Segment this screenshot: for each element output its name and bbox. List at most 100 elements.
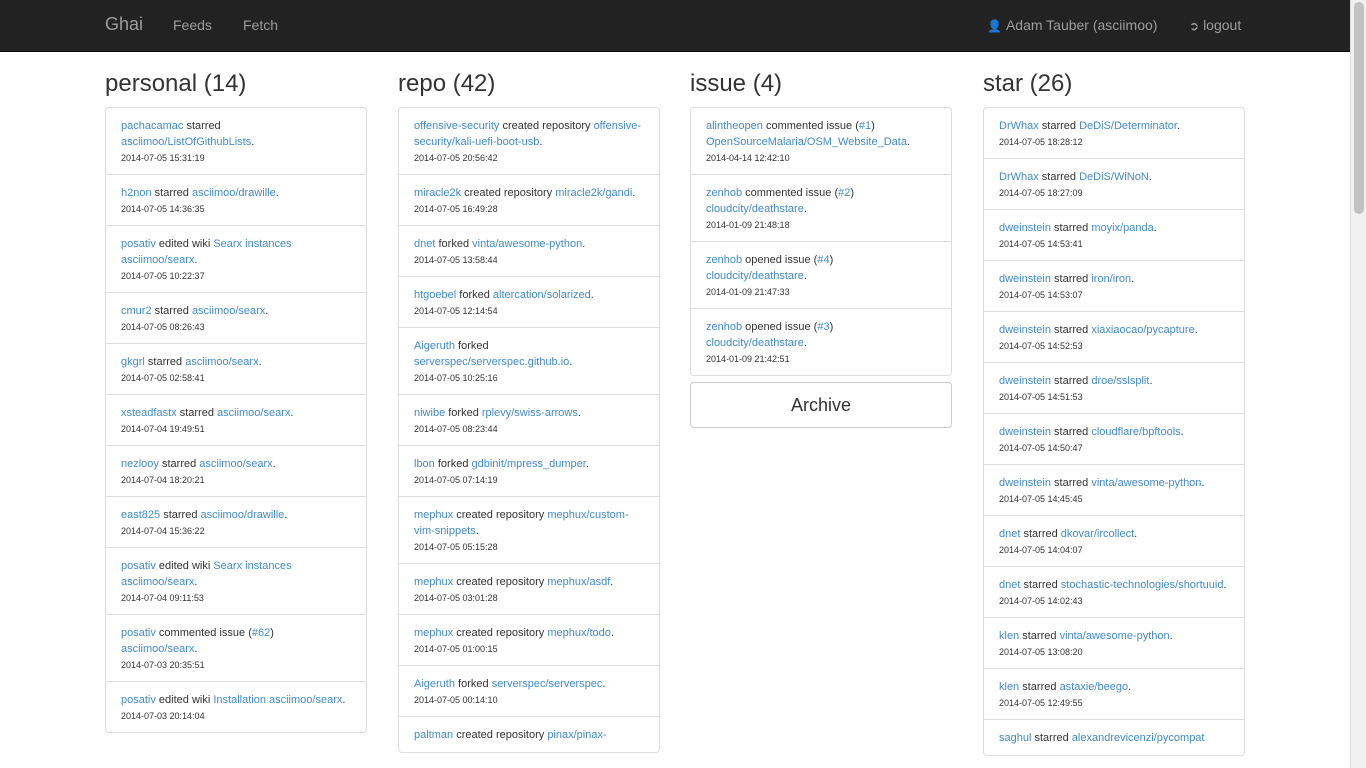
target-link[interactable]: asciimoo/drawille [201,509,285,521]
target-link[interactable]: rplevy/swiss-arrows [482,407,578,419]
actor-link[interactable]: Aigeruth [414,678,455,690]
actor-link[interactable]: posativ [121,627,156,639]
actor-link[interactable]: dnet [999,579,1020,591]
target-link[interactable]: asciimoo/searx [192,305,265,317]
actor-link[interactable]: zenhob [706,254,742,266]
list-item: posativ commented issue (#62) asciimoo/s… [106,614,366,681]
repo-link[interactable]: asciimoo/searx [121,576,194,588]
target-link[interactable]: mephux/todo [547,627,611,639]
actor-link[interactable]: posativ [121,238,156,250]
issue-link[interactable]: #2 [838,187,850,199]
actor-link[interactable]: xsteadfastx [121,407,177,419]
actor-link[interactable]: posativ [121,694,156,706]
nav-feeds-link[interactable]: Feeds [173,17,212,33]
target-link[interactable]: asciimoo/ListOfGithubLists [121,136,251,148]
repo-link[interactable]: asciimoo/searx [121,643,194,655]
actor-link[interactable]: DrWhax [999,120,1039,132]
repo-link[interactable]: asciimoo/searx [121,254,194,266]
actor-link[interactable]: pachacamac [121,120,183,132]
actor-link[interactable]: htgoebel [414,289,456,301]
actor-link[interactable]: Aigeruth [414,340,455,352]
actor-link[interactable]: east825 [121,509,160,521]
actor-link[interactable]: klen [999,630,1019,642]
target-link[interactable]: moyix/panda [1091,222,1153,234]
timestamp: 2014-07-05 05:15:28 [414,542,498,552]
target-link[interactable]: vinta/awesome-python [472,238,582,250]
target-link[interactable]: droe/sslsplit [1091,375,1149,387]
actor-link[interactable]: klen [999,681,1019,693]
user-menu[interactable]: 👤 Adam Tauber (asciimoo) [987,17,1157,33]
actor-link[interactable]: h2non [121,187,152,199]
actor-link[interactable]: zenhob [706,187,742,199]
archive-button[interactable]: Archive [690,382,952,428]
target-link[interactable]: asciimoo/searx [199,458,272,470]
issue-link[interactable]: #1 [859,120,871,132]
event-verb: created repository [456,576,545,588]
list-item: dweinstein starred droe/sslsplit. 2014-07… [984,362,1244,413]
actor-link[interactable]: posativ [121,560,156,572]
target-link[interactable]: pinax/pinax- [547,729,606,741]
event-verb: edited wiki [158,694,211,706]
target-link[interactable]: stochastic-technologies/shortuuid [1061,579,1224,591]
nav-fetch-link[interactable]: Fetch [243,17,278,33]
target-link[interactable]: gdbinit/mpress_dumper [472,458,586,470]
actor-link[interactable]: dweinstein [999,324,1051,336]
repo-link[interactable]: cloudcity/deathstare [706,337,804,349]
target-link[interactable]: iron/iron [1091,273,1131,285]
target-link[interactable]: altercation/solarized [493,289,591,301]
actor-link[interactable]: gkgrl [121,356,145,368]
target-link[interactable]: DeDiS/Determinator [1079,120,1177,132]
actor-link[interactable]: niwibe [414,407,445,419]
actor-link[interactable]: mephux [414,627,453,639]
actor-link[interactable]: mephux [414,576,453,588]
target-link[interactable]: miracle2k/gandi [555,187,632,199]
target-link[interactable]: serverspec/serverspec.github.io [414,356,569,368]
brand-link[interactable]: Ghai [105,14,143,35]
page-scrollbar[interactable] [1350,0,1366,768]
issue-link[interactable]: #62 [252,627,270,639]
actor-link[interactable]: dweinstein [999,477,1051,489]
actor-link[interactable]: offensive-security [414,120,499,132]
target-link[interactable]: cloudflare/bpftools [1091,426,1180,438]
actor-link[interactable]: DrWhax [999,171,1039,183]
target-link[interactable]: alexandrevicenzi/pycompat [1072,732,1205,744]
target-link[interactable]: dkovar/ircollect [1061,528,1134,540]
issue-link[interactable]: #3 [817,321,829,333]
actor-link[interactable]: dweinstein [999,426,1051,438]
target-link[interactable]: asciimoo/drawille [192,187,276,199]
actor-link[interactable]: paltman [414,729,453,741]
scrollbar-thumb[interactable] [1354,2,1364,214]
target-link[interactable]: astaxie/beego [1060,681,1129,693]
actor-link[interactable]: dnet [414,238,435,250]
repo-link[interactable]: asciimoo/searx [269,694,342,706]
target-link[interactable]: vinta/awesome-python [1060,630,1170,642]
actor-link[interactable]: mephux [414,509,453,521]
logout-link[interactable]: ➲ logout [1189,17,1241,33]
target-link[interactable]: asciimoo/searx [217,407,290,419]
issue-link[interactable]: #4 [817,254,829,266]
actor-link[interactable]: dnet [999,528,1020,540]
actor-link[interactable]: dweinstein [999,222,1051,234]
actor-link[interactable]: cmur2 [121,305,152,317]
repo-link[interactable]: OpenSourceMalaria/OSM_Website_Data [706,136,907,148]
target-link[interactable]: xiaxiaocao/pycapture [1091,324,1194,336]
actor-link[interactable]: saghul [999,732,1031,744]
target-link[interactable]: mephux/asdf [547,576,610,588]
actor-link[interactable]: dweinstein [999,273,1051,285]
target-link[interactable]: Searx instances [213,560,291,572]
actor-link[interactable]: miracle2k [414,187,461,199]
event-verb: starred [1022,630,1057,642]
target-link[interactable]: asciimoo/searx [185,356,258,368]
actor-link[interactable]: lbon [414,458,435,470]
actor-link[interactable]: zenhob [706,321,742,333]
target-link[interactable]: Searx instances [213,238,291,250]
target-link[interactable]: serverspec/serverspec [492,678,603,690]
target-link[interactable]: DeDiS/WiNoN [1079,171,1149,183]
actor-link[interactable]: nezlooy [121,458,159,470]
repo-link[interactable]: cloudcity/deathstare [706,270,804,282]
actor-link[interactable]: alintheopen [706,120,763,132]
repo-link[interactable]: cloudcity/deathstare [706,203,804,215]
target-link[interactable]: vinta/awesome-python [1091,477,1201,489]
actor-link[interactable]: dweinstein [999,375,1051,387]
target-link[interactable]: Installation [213,694,266,706]
